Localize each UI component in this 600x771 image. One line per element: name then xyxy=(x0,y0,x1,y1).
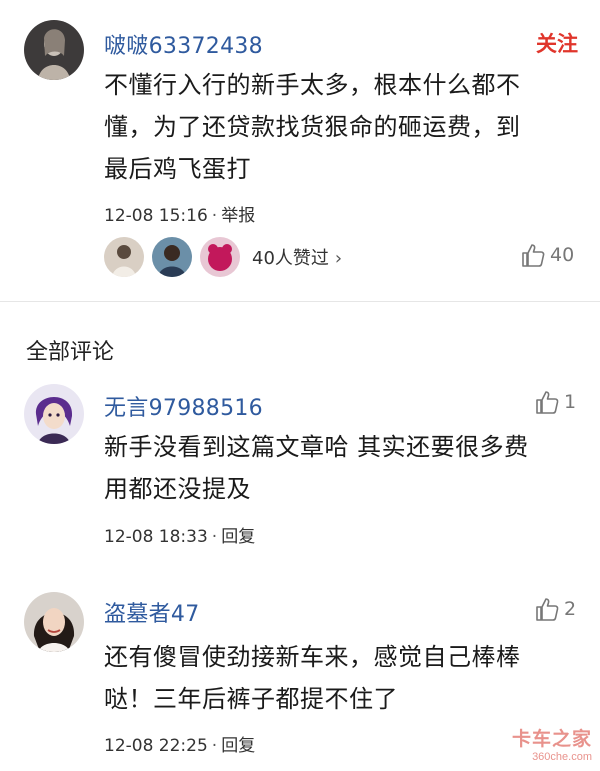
comment-meta: 12-08 18:33 · 回复 xyxy=(104,522,255,547)
liker-avatar[interactable] xyxy=(104,237,144,277)
comment-line: 用都还没提及 xyxy=(104,475,251,503)
avatar-image-icon xyxy=(24,20,84,80)
like-button[interactable]: 1 xyxy=(534,389,576,415)
meta-separator: · xyxy=(211,736,218,756)
username[interactable]: 盗墓者47 xyxy=(104,596,200,628)
timestamp: 12-08 18:33 xyxy=(104,527,208,547)
divider xyxy=(0,301,600,302)
timestamp: 12-08 15:16 xyxy=(104,206,208,226)
comment-line: 还有傻冒使劲接新车来，感觉自己棒棒 xyxy=(104,643,521,671)
liker-avatar[interactable] xyxy=(200,237,240,277)
comment-content: 还有傻冒使劲接新车来，感觉自己棒棒 哒！三年后裤子都提不住了 xyxy=(104,636,574,720)
timestamp: 12-08 22:25 xyxy=(104,736,208,756)
report-link[interactable]: 举报 xyxy=(221,206,255,226)
like-button[interactable]: 40 xyxy=(520,242,574,268)
meta-separator: · xyxy=(211,206,218,226)
top-comment: 啵啵63372438 关注 不懂行入行的新手太多，根本什么都不 懂，为了还贷款找… xyxy=(0,0,600,300)
comment-content: 新手没看到这篇文章哈 其实还要很多费 用都还没提及 xyxy=(104,426,574,510)
follow-button[interactable]: 关注 xyxy=(536,28,578,58)
thumbs-up-icon xyxy=(522,244,545,267)
username[interactable]: 无言97988516 xyxy=(104,390,263,422)
comment-line: 不懂行入行的新手太多，根本什么都不 xyxy=(104,71,521,99)
user-avatar[interactable] xyxy=(24,384,84,444)
reply-button[interactable]: 回复 xyxy=(221,527,255,547)
like-count: 40 xyxy=(550,244,575,266)
comment-meta: 12-08 15:16 · 举报 xyxy=(104,201,255,226)
user-avatar[interactable] xyxy=(24,592,84,652)
thumbs-up-icon xyxy=(536,391,559,414)
comment-meta: 12-08 22:25 · 回复 xyxy=(104,731,255,756)
chevron-right-icon: › xyxy=(334,248,343,269)
liker-avatar-icon xyxy=(104,237,144,277)
like-count: 1 xyxy=(564,391,577,413)
like-button[interactable]: 2 xyxy=(534,596,576,622)
liker-avatar-icon xyxy=(152,237,192,277)
avatar-image-icon xyxy=(24,384,84,444)
avatar-image-icon xyxy=(24,592,84,652)
thumbs-up-icon xyxy=(536,598,559,621)
like-count: 2 xyxy=(564,598,577,620)
reply-button[interactable]: 回复 xyxy=(221,736,255,756)
comment-content: 不懂行入行的新手太多，根本什么都不 懂，为了还贷款找货狠命的砸运费，到 最后鸡飞… xyxy=(104,64,574,190)
likers-count-text: 40人赞过 xyxy=(252,248,329,269)
likers-count-link[interactable]: 40人赞过 › xyxy=(252,244,342,270)
section-title: 全部评论 xyxy=(26,340,115,365)
liker-avatar[interactable] xyxy=(152,237,192,277)
liker-avatar-icon xyxy=(200,237,240,277)
watermark-logo: 卡车之家 xyxy=(511,728,592,750)
username[interactable]: 啵啵63372438 xyxy=(104,28,263,60)
comment-line: 哒！三年后裤子都提不住了 xyxy=(104,685,398,713)
likers-row[interactable]: 40人赞过 › xyxy=(104,237,342,277)
comment-line: 最后鸡飞蛋打 xyxy=(104,155,251,183)
comment-line: 懂，为了还贷款找货狠命的砸运费，到 xyxy=(104,113,521,141)
comment-line: 新手没看到这篇文章哈 其实还要很多费 xyxy=(104,433,529,461)
user-avatar[interactable] xyxy=(24,20,84,80)
watermark-domain: 360che.com xyxy=(532,751,592,763)
watermark: 卡车之家 360che.com xyxy=(512,724,592,763)
meta-separator: · xyxy=(211,527,218,547)
